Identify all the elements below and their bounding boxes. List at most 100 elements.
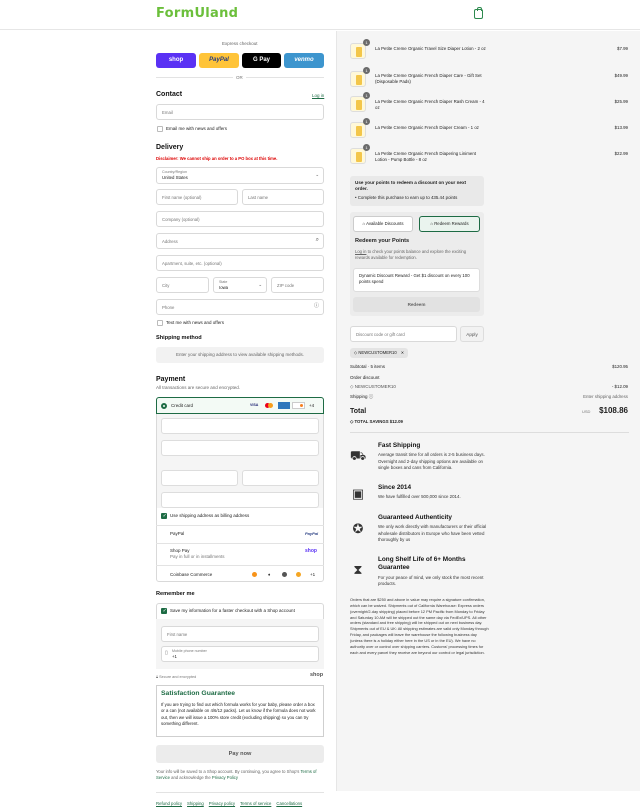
login-link[interactable]: Log in (312, 93, 324, 99)
refund-policy-link[interactable]: Refund policy (156, 801, 182, 806)
points-login-link[interactable]: Log in (355, 249, 366, 254)
total-savings: ◇ TOTAL SAVINGS $12.09 (350, 419, 403, 425)
venmo-button[interactable]: venmo (284, 53, 324, 68)
shop-logo: shop (305, 548, 317, 554)
tab-redeem-rewards[interactable]: ⌂ Redeem Rewards (419, 216, 480, 232)
formuland-logo[interactable]: FormUland (156, 6, 238, 23)
chevron-down-icon: ⌄ (315, 172, 319, 177)
discount-code-field[interactable]: Discount code or gift card (350, 326, 457, 342)
company-field[interactable]: Company (optional) (156, 211, 324, 227)
cart-icon[interactable] (474, 6, 483, 19)
paypal-logo: PayPal (305, 531, 319, 536)
credit-card-radio[interactable] (161, 403, 167, 409)
last-name-field[interactable]: Last name (242, 189, 324, 205)
privacy-policy-link[interactable]: Privacy Policy (212, 775, 238, 780)
divider (156, 525, 324, 526)
feature-desc: Average transit time for all orders is 2… (378, 452, 485, 471)
shop-logo: shop (310, 672, 324, 678)
badge-check-icon: ✪ (352, 521, 364, 536)
card-expiry-field[interactable] (161, 470, 238, 486)
text-news-label: Text me with news and offers (166, 320, 224, 325)
more-cards-count: +4 (309, 403, 315, 408)
quantity-badge: 1 (363, 67, 370, 74)
points-login-rest: to check your points balance and explore… (355, 249, 467, 261)
rewards-panel: ⌂ Available Discounts ⌂ Redeem Rewards R… (350, 212, 484, 316)
points-title: Use your points to redeem a discount on … (355, 180, 467, 191)
quantity-badge: 1 (363, 39, 370, 46)
terms-of-service-footer-link[interactable]: Terms of service (240, 801, 271, 806)
contact-heading: Contact (156, 91, 183, 98)
help-icon[interactable]: ⓘ (369, 394, 374, 399)
shop-pay-option[interactable]: Shop Pay (170, 548, 190, 554)
card-number-field[interactable] (161, 418, 319, 434)
text-news-checkbox[interactable] (157, 320, 163, 326)
mobile-phone-field[interactable]: ▯ Mobile phone number +1 (161, 646, 319, 662)
billing-same-checkbox[interactable] (161, 513, 167, 520)
paypal-button[interactable]: PayPal (199, 53, 239, 68)
chevron-down-icon: ⌄ (258, 282, 262, 287)
shipping-policy-link[interactable]: Shipping (187, 801, 204, 806)
pay-now-button[interactable]: Pay now (156, 745, 324, 763)
card-name-field[interactable] (161, 440, 319, 456)
terms-and: and acknowledge the (171, 775, 211, 781)
hourglass-icon: ⧗ (353, 562, 363, 577)
credit-card-label: Credit card (171, 403, 194, 408)
feature-since-2014: Since 2014 We have fulfilled over 500,000… (378, 484, 493, 501)
coin-icon (282, 572, 287, 577)
product-price: $13.99 (614, 125, 628, 130)
paypal-option[interactable]: PayPal (170, 531, 184, 537)
discount-code-placeholder: Discount code or gift card (356, 332, 405, 337)
credit-card-option[interactable]: Credit card VISA +4 (156, 397, 324, 414)
shop-pay-button[interactable]: shop (156, 53, 196, 68)
order-discount-label: Order discount (350, 375, 380, 380)
country-select[interactable]: Country/Region United States ⌄ (156, 167, 324, 184)
savings-value: $12.09 (389, 419, 403, 424)
visa-icon: VISA (250, 403, 259, 407)
privacy-policy-footer-link[interactable]: Privacy policy (209, 801, 235, 806)
redeem-button[interactable]: Redeem (353, 297, 480, 312)
apartment-placeholder: Apartment, suite, etc. (optional) (162, 261, 222, 266)
po-box-disclaimer: Disclaimer: We cannot ship an order to a… (156, 156, 278, 161)
coinbase-option[interactable]: Coinbase Commerce (170, 572, 212, 578)
header: FormUland (0, 0, 640, 30)
help-icon[interactable]: ⓘ (314, 303, 319, 310)
secure-text: Secure and encrypted (159, 675, 197, 679)
box-icon: ▣ (351, 486, 365, 501)
first-name-field[interactable]: First name (optional) (156, 189, 238, 205)
phone-icon: ▯ (165, 650, 168, 656)
applied-discount: ◇ NEWCUSTOMER10 (350, 384, 396, 390)
apply-button[interactable]: Apply (460, 326, 484, 342)
phone-field[interactable]: Phone ⓘ (156, 299, 324, 315)
dynamic-reward-card[interactable]: Dynamic Discount Reward - Get $1 discoun… (353, 268, 480, 292)
feature-title: Fast Shipping (378, 442, 421, 449)
product-name: La Petite Creme Organic French Diapering… (375, 151, 477, 163)
checkout-form: Express checkout shop PayPal G Pay venmo… (0, 31, 336, 806)
close-icon[interactable]: ✕ (401, 350, 405, 355)
cancellations-link[interactable]: Cancellations (276, 801, 302, 806)
discount-value: - $12.09 (611, 384, 628, 389)
feature-title: Long Shelf Life of 6+ Months Guarantee (378, 556, 466, 572)
zip-field[interactable]: ZIP code (271, 277, 324, 293)
total-value: $108.86 (599, 406, 628, 415)
redeem-points-text: Log in to check your points balance and … (355, 249, 479, 261)
save-info-checkbox[interactable] (161, 608, 167, 615)
payment-heading: Payment (156, 376, 186, 383)
points-bullet-text: Complete this purchase to earn up to 435… (357, 195, 458, 200)
apartment-field[interactable]: Apartment, suite, etc. (optional) (156, 255, 324, 271)
card-extra-field[interactable] (161, 492, 319, 508)
shop-first-name-field[interactable]: First name (161, 626, 319, 642)
email-field[interactable]: Email (156, 104, 324, 120)
subtotal-value: $120.95 (612, 364, 628, 369)
email-news-checkbox[interactable] (157, 126, 163, 132)
product-name: La Petite Creme Organic Travel Size Diap… (375, 46, 486, 51)
or-separator: OR (233, 75, 246, 81)
card-cvv-field[interactable] (242, 470, 319, 486)
payment-subtitle: All transactions are secure and encrypte… (156, 385, 241, 390)
state-select[interactable]: State Iowa ⌄ (213, 277, 267, 293)
city-field[interactable]: City (156, 277, 209, 293)
google-pay-button[interactable]: G Pay (242, 53, 281, 68)
tab-available-discounts[interactable]: ⌂ Available Discounts (353, 216, 413, 232)
product-name: La Petite Creme Organic French Diaper Ca… (375, 73, 482, 85)
address-field[interactable]: Address ⌕ (156, 233, 324, 249)
coin-icon (296, 572, 301, 577)
